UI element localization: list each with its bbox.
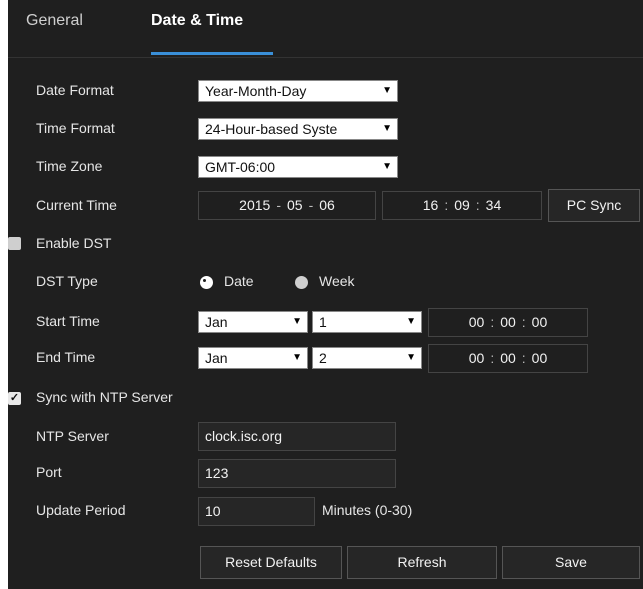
date-separator: -	[308, 197, 314, 213]
update-period-input[interactable]: 10	[198, 497, 315, 526]
end-second[interactable]: 00	[532, 345, 548, 372]
settings-panel: General Date & Time Date Format Year-Mon…	[8, 0, 643, 589]
check-icon: ✓	[9, 392, 20, 404]
chevron-down-icon: ▼	[292, 316, 302, 327]
current-month[interactable]: 05	[287, 192, 303, 219]
end-month-value: Jan	[205, 350, 228, 366]
pc-sync-button[interactable]: PC Sync	[548, 189, 640, 222]
time-zone-label: Time Zone	[36, 158, 103, 174]
date-format-select[interactable]: Year-Month-Day ▼	[198, 80, 398, 102]
start-second[interactable]: 00	[532, 309, 548, 336]
start-clock-field[interactable]: 00 : 00 : 00	[428, 308, 588, 337]
current-date-field[interactable]: 2015 - 05 - 06	[198, 191, 376, 220]
end-clock-field[interactable]: 00 : 00 : 00	[428, 344, 588, 373]
end-time-label: End Time	[36, 349, 96, 365]
tab-general[interactable]: General	[26, 12, 83, 30]
end-hour[interactable]: 00	[469, 345, 485, 372]
time-separator: :	[444, 197, 449, 213]
current-year[interactable]: 2015	[239, 192, 270, 219]
chevron-down-icon: ▼	[406, 352, 416, 363]
start-hour[interactable]: 00	[469, 309, 485, 336]
time-format-value: 24-Hour-based Syste	[205, 121, 338, 137]
start-month-select[interactable]: Jan ▼	[198, 311, 308, 333]
dst-type-label: DST Type	[36, 273, 98, 289]
date-format-value: Year-Month-Day	[205, 83, 307, 99]
enable-dst-checkbox[interactable]	[8, 237, 21, 250]
current-clock-field[interactable]: 16 : 09 : 34	[382, 191, 542, 220]
end-minute[interactable]: 00	[500, 345, 516, 372]
port-label: Port	[36, 464, 62, 480]
time-separator: :	[490, 350, 495, 366]
time-zone-select[interactable]: GMT-06:00 ▼	[198, 156, 398, 178]
update-period-hint: Minutes (0-30)	[322, 502, 413, 518]
start-month-value: Jan	[205, 314, 228, 330]
time-separator: :	[521, 350, 526, 366]
start-minute[interactable]: 00	[500, 309, 516, 336]
time-separator: :	[475, 197, 480, 213]
time-format-select[interactable]: 24-Hour-based Syste ▼	[198, 118, 398, 140]
active-tab-indicator	[151, 52, 273, 55]
end-day-value: 2	[319, 350, 327, 366]
tab-date-time[interactable]: Date & Time	[151, 12, 243, 30]
chevron-down-icon: ▼	[382, 85, 392, 96]
current-time-label: Current Time	[36, 197, 117, 213]
chevron-down-icon: ▼	[382, 161, 392, 172]
time-separator: :	[490, 314, 495, 330]
dst-type-week-radio[interactable]	[295, 276, 308, 289]
ntp-server-input[interactable]: clock.isc.org	[198, 422, 396, 451]
date-format-label: Date Format	[36, 82, 114, 98]
update-period-label: Update Period	[36, 502, 126, 518]
time-separator: :	[521, 314, 526, 330]
current-hour[interactable]: 16	[423, 192, 439, 219]
tab-bar: General Date & Time	[8, 0, 643, 58]
port-input[interactable]: 123	[198, 459, 396, 488]
sync-ntp-checkbox[interactable]: ✓	[8, 392, 21, 405]
current-minute[interactable]: 09	[454, 192, 470, 219]
time-zone-value: GMT-06:00	[205, 159, 276, 175]
dst-type-date-label: Date	[224, 273, 254, 289]
current-day[interactable]: 06	[319, 192, 335, 219]
reset-defaults-button[interactable]: Reset Defaults	[200, 546, 342, 579]
date-separator: -	[276, 197, 281, 213]
end-month-select[interactable]: Jan ▼	[198, 347, 308, 369]
dst-type-date-radio[interactable]	[200, 276, 213, 289]
chevron-down-icon: ▼	[406, 316, 416, 327]
ntp-server-label: NTP Server	[36, 428, 109, 444]
save-button[interactable]: Save	[502, 546, 640, 579]
enable-dst-label: Enable DST	[36, 235, 112, 251]
chevron-down-icon: ▼	[292, 352, 302, 363]
chevron-down-icon: ▼	[382, 123, 392, 134]
dst-type-week-label: Week	[319, 273, 355, 289]
start-time-label: Start Time	[36, 313, 100, 329]
start-day-value: 1	[319, 314, 327, 330]
start-day-select[interactable]: 1 ▼	[312, 311, 422, 333]
refresh-button[interactable]: Refresh	[347, 546, 497, 579]
time-format-label: Time Format	[36, 120, 115, 136]
sync-ntp-label: Sync with NTP Server	[36, 389, 173, 405]
current-second[interactable]: 34	[486, 192, 502, 219]
end-day-select[interactable]: 2 ▼	[312, 347, 422, 369]
